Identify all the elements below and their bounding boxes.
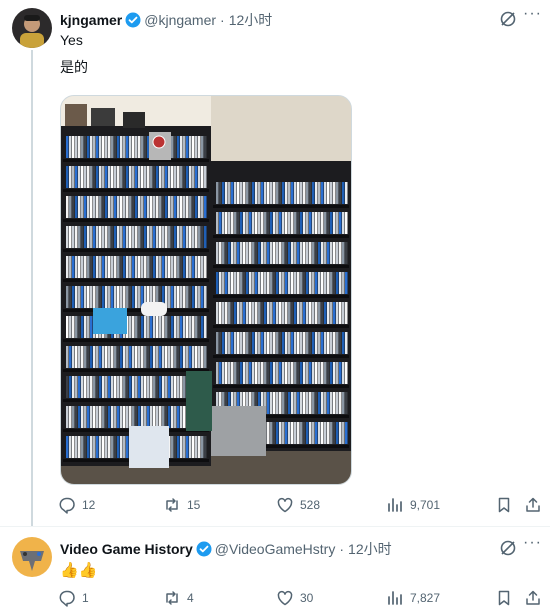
tweet-photo[interactable] xyxy=(60,95,352,485)
like-icon xyxy=(277,590,293,606)
tweet-actions: 1 4 30 7,827 xyxy=(58,589,540,612)
reply-count: 1 xyxy=(82,591,89,605)
tweet-kjngamer[interactable]: kjngamer @kjngamer · 12小时 ··· Yes 是的 12 … xyxy=(0,0,550,526)
views-count: 9,701 xyxy=(410,498,441,512)
display-name[interactable]: kjngamer xyxy=(60,12,122,28)
share-icon[interactable] xyxy=(524,589,542,612)
views-icon xyxy=(388,498,402,512)
like-button[interactable]: 528 xyxy=(276,496,320,514)
tweet-text-line2: 是的 xyxy=(60,59,88,75)
like-count: 528 xyxy=(300,498,321,512)
separator-dot: · xyxy=(220,12,225,28)
tweet-text-line1: Yes xyxy=(60,32,83,48)
like-button[interactable]: 30 xyxy=(276,589,313,607)
like-icon xyxy=(277,497,293,513)
views-icon xyxy=(388,591,402,605)
tweet-actions: 12 15 528 9,701 xyxy=(58,496,540,519)
thread-line xyxy=(31,50,33,526)
handle[interactable]: @VideoGameHstry xyxy=(215,541,336,557)
reply-button[interactable]: 1 xyxy=(58,589,89,607)
display-name[interactable]: Video Game History xyxy=(60,541,193,557)
views-button[interactable]: 9,701 xyxy=(386,496,440,514)
retweet-button[interactable]: 15 xyxy=(163,496,200,514)
share-icon[interactable] xyxy=(524,496,542,519)
tweet-videogamehistory[interactable]: Video Game History @VideoGameHstry · 12小… xyxy=(0,526,550,613)
views-button[interactable]: 7,827 xyxy=(386,589,440,607)
tweet-header: kjngamer @kjngamer · 12小时 xyxy=(60,10,272,30)
retweet-button[interactable]: 4 xyxy=(163,589,194,607)
timestamp[interactable]: 12小时 xyxy=(229,10,273,30)
retweet-count: 4 xyxy=(187,591,194,605)
avatar-kjngamer[interactable] xyxy=(12,8,52,48)
bookshelf-photo xyxy=(61,96,351,484)
retweet-count: 15 xyxy=(187,498,201,512)
like-count: 30 xyxy=(300,591,314,605)
handle[interactable]: @kjngamer xyxy=(144,12,216,28)
reply-icon xyxy=(59,590,75,607)
tweet-text: 👍👍 xyxy=(60,562,98,579)
more-icon[interactable]: ··· xyxy=(523,534,542,552)
bookmark-icon[interactable] xyxy=(495,589,513,612)
bookmark-icon[interactable] xyxy=(495,496,513,519)
reply-button[interactable]: 12 xyxy=(58,496,95,514)
avatar-videogamehistory[interactable] xyxy=(12,537,52,577)
reply-icon xyxy=(59,497,75,514)
grok-icon[interactable] xyxy=(499,10,517,28)
verified-badge-icon xyxy=(125,12,141,28)
verified-badge-icon xyxy=(196,541,212,557)
more-icon[interactable]: ··· xyxy=(523,5,542,23)
retweet-icon xyxy=(166,498,178,512)
retweet-icon xyxy=(166,591,178,605)
timestamp[interactable]: 12小时 xyxy=(348,539,392,559)
separator-dot: · xyxy=(339,541,345,557)
grok-icon[interactable] xyxy=(499,539,517,557)
views-count: 7,827 xyxy=(410,591,441,605)
tweet-header: Video Game History @VideoGameHstry · 12小… xyxy=(60,539,392,559)
reply-count: 12 xyxy=(82,498,96,512)
